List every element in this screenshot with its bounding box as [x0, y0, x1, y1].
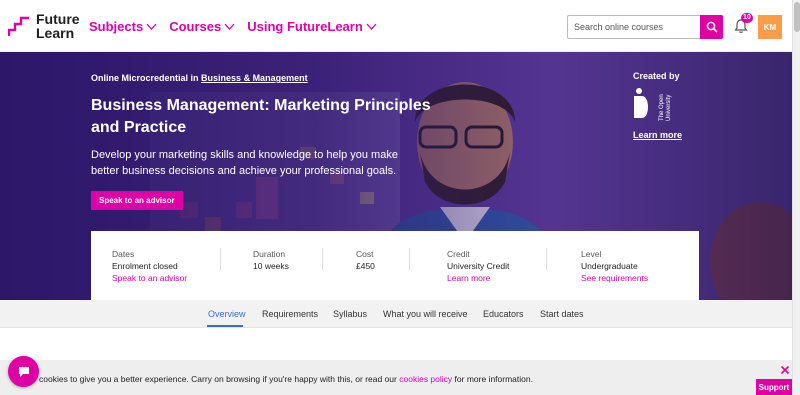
- chat-button[interactable]: [8, 356, 39, 387]
- duration-label: Duration: [253, 249, 286, 259]
- course-details-card: Dates Enrolment closed Speak to an advis…: [91, 231, 699, 300]
- search-button[interactable]: [700, 15, 723, 39]
- logo-wordmark: Future Learn: [36, 12, 80, 40]
- tab-start-dates[interactable]: Start dates: [540, 309, 584, 319]
- credit-learn-more-link[interactable]: Learn more: [447, 272, 509, 284]
- cookie-message: cookies to give you a better experience.…: [39, 374, 533, 384]
- nav-using-futurelearn[interactable]: Using FutureLearn: [247, 19, 377, 34]
- credit-label: Credit: [447, 249, 470, 259]
- main-nav: Subjects Courses Using FutureLearn: [89, 19, 377, 34]
- tab-syllabus[interactable]: Syllabus: [333, 309, 367, 319]
- partner-name-line-2: University: [666, 95, 672, 121]
- partner-name-line-1: The Open: [659, 94, 665, 121]
- partner-learn-more-link[interactable]: Learn more: [633, 130, 682, 140]
- course-description: Develop your marketing skills and knowle…: [91, 149, 398, 177]
- dates-label: Dates: [112, 249, 135, 259]
- chat-bubble-icon: [18, 366, 29, 377]
- detail-cost: Cost £450: [356, 248, 375, 272]
- page-scrollbar[interactable]: [792, 0, 800, 395]
- user-avatar[interactable]: KM: [758, 15, 782, 39]
- search-icon: [706, 21, 718, 33]
- active-tab-indicator: [207, 325, 243, 327]
- nav-courses-label: Courses: [169, 19, 222, 34]
- chevron-down-icon: [224, 23, 235, 30]
- scrollbar-thumb[interactable]: [794, 2, 800, 32]
- futurelearn-logo[interactable]: Future Learn: [8, 12, 80, 40]
- nav-subjects-label: Subjects: [89, 19, 144, 34]
- detail-divider: [409, 248, 410, 270]
- tab-requirements[interactable]: Requirements: [262, 309, 318, 319]
- credit-value: University Credit: [447, 261, 510, 271]
- chevron-down-icon: [146, 23, 157, 30]
- chevron-down-icon: [366, 23, 377, 30]
- cookie-banner: cookies to give you a better experience.…: [0, 360, 792, 395]
- detail-duration: Duration 10 weeks: [253, 248, 289, 272]
- nav-using-futurelearn-label: Using FutureLearn: [247, 19, 363, 34]
- tab-overview[interactable]: Overview: [208, 309, 246, 319]
- cookie-text-after: for more information.: [454, 374, 533, 384]
- course-title: Business Management: Marketing Principle…: [91, 97, 431, 136]
- site-header: Future Learn Subjects Courses Using Futu…: [0, 0, 792, 52]
- cost-label: Cost: [356, 249, 374, 259]
- detail-level: Level Undergraduate See requirements: [581, 248, 648, 284]
- nav-courses[interactable]: Courses: [169, 19, 235, 34]
- close-icon[interactable]: [780, 365, 790, 375]
- level-label: Level: [581, 249, 602, 259]
- detail-divider: [220, 248, 221, 270]
- futurelearn-logo-mark-icon: [8, 16, 29, 36]
- cookies-policy-link[interactable]: cookies policy: [399, 374, 452, 384]
- detail-divider: [546, 248, 547, 270]
- detail-credit: Credit University Credit Learn more: [447, 248, 509, 284]
- course-category: Online Microcredential in Business & Man…: [91, 73, 308, 83]
- cookie-text-before: cookies to give you a better experience.…: [39, 374, 397, 384]
- category-prefix: Online Microcredential in: [91, 73, 199, 83]
- cost-value: £450: [356, 261, 375, 271]
- level-value: Undergraduate: [581, 261, 638, 271]
- detail-divider: [322, 248, 323, 270]
- logo-line-1: Future: [36, 11, 80, 27]
- tab-educators[interactable]: Educators: [483, 309, 524, 319]
- tab-what-you-will-receive[interactable]: What you will receive: [383, 309, 468, 319]
- category-link[interactable]: Business & Management: [201, 73, 308, 83]
- logo-line-2: Learn: [36, 25, 75, 41]
- dates-value: Enrolment closed: [112, 261, 178, 271]
- detail-dates: Dates Enrolment closed Speak to an advis…: [112, 248, 187, 284]
- course-tabs: Overview Requirements Syllabus What you …: [0, 300, 792, 328]
- created-by-label: Created by: [633, 71, 680, 81]
- page: Future Learn Subjects Courses Using Futu…: [0, 0, 800, 395]
- see-requirements-link[interactable]: See requirements: [581, 272, 648, 284]
- support-button[interactable]: Support: [756, 379, 792, 395]
- notification-count-badge: 10: [741, 13, 753, 23]
- duration-value: 10 weeks: [253, 261, 289, 271]
- dates-advisor-link[interactable]: Speak to an advisor: [112, 272, 187, 284]
- open-university-logo[interactable]: The Open University: [633, 87, 677, 123]
- speak-to-advisor-button[interactable]: Speak to an advisor: [91, 191, 183, 210]
- search-input[interactable]: [568, 16, 702, 38]
- search-box: [567, 15, 723, 39]
- nav-subjects[interactable]: Subjects: [89, 19, 157, 34]
